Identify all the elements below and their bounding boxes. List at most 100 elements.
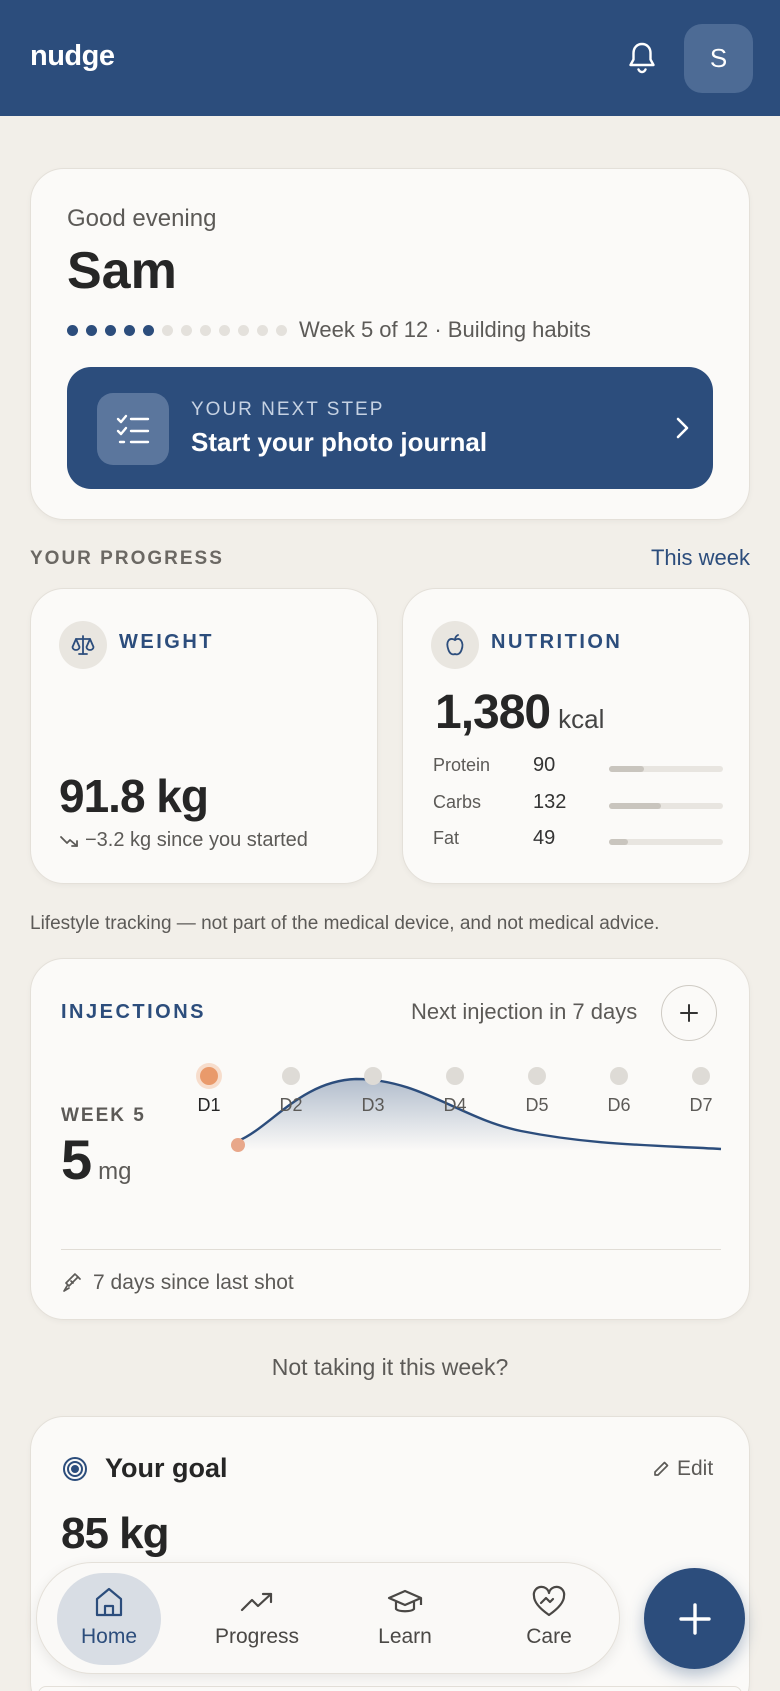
day-marker[interactable]: D5 (507, 1067, 567, 1116)
macro-name: Protein (433, 755, 491, 775)
graduation-cap-icon (387, 1585, 423, 1619)
day-label: D3 (361, 1095, 385, 1115)
macro-row-carbs: Carbs 132 (433, 791, 723, 818)
bell-icon[interactable] (626, 40, 658, 76)
macro-row-protein: Protein 90 (433, 754, 723, 781)
edit-label: Edit (677, 1457, 714, 1480)
week-dot (105, 325, 116, 336)
day-dot (200, 1067, 218, 1085)
week-dot (257, 325, 268, 336)
user-name: Sam (67, 242, 177, 300)
macro-value: 90 (533, 754, 556, 776)
weight-value: 91.8 kg (59, 770, 209, 822)
heart-hands-icon (531, 1585, 567, 1619)
day-marker[interactable]: D7 (671, 1067, 731, 1116)
week-progress-dots (67, 325, 287, 336)
macro-value: 132 (533, 791, 567, 813)
week-dot (200, 325, 211, 336)
skip-week-link[interactable]: Not taking it this week? (0, 1354, 780, 1381)
disclaimer-text: Lifestyle tracking — not part of the med… (30, 913, 660, 934)
day-marker[interactable]: D1 (179, 1067, 239, 1116)
day-marker[interactable]: D4 (425, 1067, 485, 1116)
home-icon (91, 1585, 127, 1619)
nav-item-progress[interactable]: Progress (205, 1573, 309, 1665)
nutrition-card[interactable]: NUTRITION 1,380 kcal Protein 90 Carbs 13… (402, 588, 750, 884)
last-shot-text: 7 days since last shot (93, 1271, 294, 1294)
divider (61, 1249, 721, 1250)
greeting-text: Good evening (67, 205, 217, 232)
scale-icon (59, 621, 107, 669)
greeting-card: Good evening Sam Week 5 of 12 · Building… (30, 168, 750, 520)
dose: 5 mg (61, 1127, 132, 1192)
week-dot (181, 325, 192, 336)
add-injection-button[interactable] (661, 985, 717, 1041)
next-step-text: Start your photo journal (191, 427, 488, 457)
nutrition-label: NUTRITION (491, 631, 623, 653)
last-shot: 7 days since last shot (61, 1271, 294, 1295)
apple-icon (431, 621, 479, 669)
day-label: D1 (197, 1095, 221, 1115)
day-marker[interactable]: D6 (589, 1067, 649, 1116)
syringe-icon (63, 1273, 81, 1292)
injections-title: INJECTIONS (61, 1001, 207, 1023)
week-dot (143, 325, 154, 336)
macro-bar-fill (609, 839, 629, 845)
day-dot (446, 1067, 464, 1085)
weight-label: WEIGHT (119, 631, 214, 653)
nav-label: Learn (378, 1625, 432, 1648)
macro-bar-fill (609, 766, 645, 772)
day-label: D2 (279, 1095, 303, 1115)
next-step-button[interactable]: YOUR NEXT STEP Start your photo journal (67, 367, 713, 489)
macro-name: Fat (433, 828, 460, 848)
day-dot (528, 1067, 546, 1085)
checklist-icon (97, 393, 169, 465)
kcal-total: 1,380 kcal (435, 685, 604, 740)
weight-card[interactable]: WEIGHT 91.8 kg −3.2 kg since you started (30, 588, 378, 884)
week-dot (67, 325, 78, 336)
week-dot (219, 325, 230, 336)
goal-value: 85 kg (61, 1509, 170, 1558)
macro-bar (609, 766, 723, 772)
week-label: WEEK 5 (61, 1105, 146, 1126)
day-marker[interactable]: D3 (343, 1067, 403, 1116)
plus-icon (678, 1602, 711, 1635)
plus-icon (680, 1004, 698, 1022)
day-label: D5 (525, 1095, 549, 1115)
next-card-edge (38, 1686, 742, 1691)
day-dot (364, 1067, 382, 1085)
day-dot (610, 1067, 628, 1085)
macro-row-fat: Fat 49 (433, 827, 723, 854)
macro-bar (609, 803, 723, 809)
nav-label: Progress (214, 1625, 300, 1648)
period-link[interactable]: This week (651, 545, 750, 571)
day-dot (282, 1067, 300, 1085)
nav-item-home[interactable]: Home (57, 1573, 161, 1665)
target-icon (61, 1455, 89, 1488)
kcal-value: 1,380 (435, 686, 551, 739)
nav-item-learn[interactable]: Learn (353, 1573, 457, 1665)
day-marker[interactable]: D2 (261, 1067, 321, 1116)
macro-bar-fill (609, 803, 662, 809)
dose-unit: mg (98, 1158, 132, 1185)
bottom-nav: Home Progress Learn Care (36, 1562, 620, 1674)
injections-card: INJECTIONS Next injection in 7 days WEEK… (30, 958, 750, 1320)
day-label: D4 (443, 1095, 467, 1115)
avatar[interactable]: S (684, 24, 753, 93)
week-dot (162, 325, 173, 336)
kcal-unit: kcal (558, 704, 605, 734)
edit-goal-button[interactable]: Edit (651, 1457, 713, 1481)
macro-name: Carbs (433, 792, 482, 812)
goal-title: Your goal (105, 1453, 228, 1483)
nav-item-care[interactable]: Care (497, 1573, 601, 1665)
weight-change-text: −3.2 kg since you started (85, 829, 308, 851)
week-info: Week 5 of 12 · Building habits (299, 317, 591, 342)
chevron-right-icon (673, 411, 693, 445)
macro-bar (609, 839, 723, 845)
macro-value: 49 (533, 827, 556, 849)
day-label: D7 (689, 1095, 713, 1115)
brand-logo: nudge (30, 40, 115, 72)
add-fab-button[interactable] (644, 1568, 745, 1669)
next-step-label: YOUR NEXT STEP (191, 399, 385, 420)
pencil-icon (654, 1461, 669, 1476)
week-dot (276, 325, 287, 336)
